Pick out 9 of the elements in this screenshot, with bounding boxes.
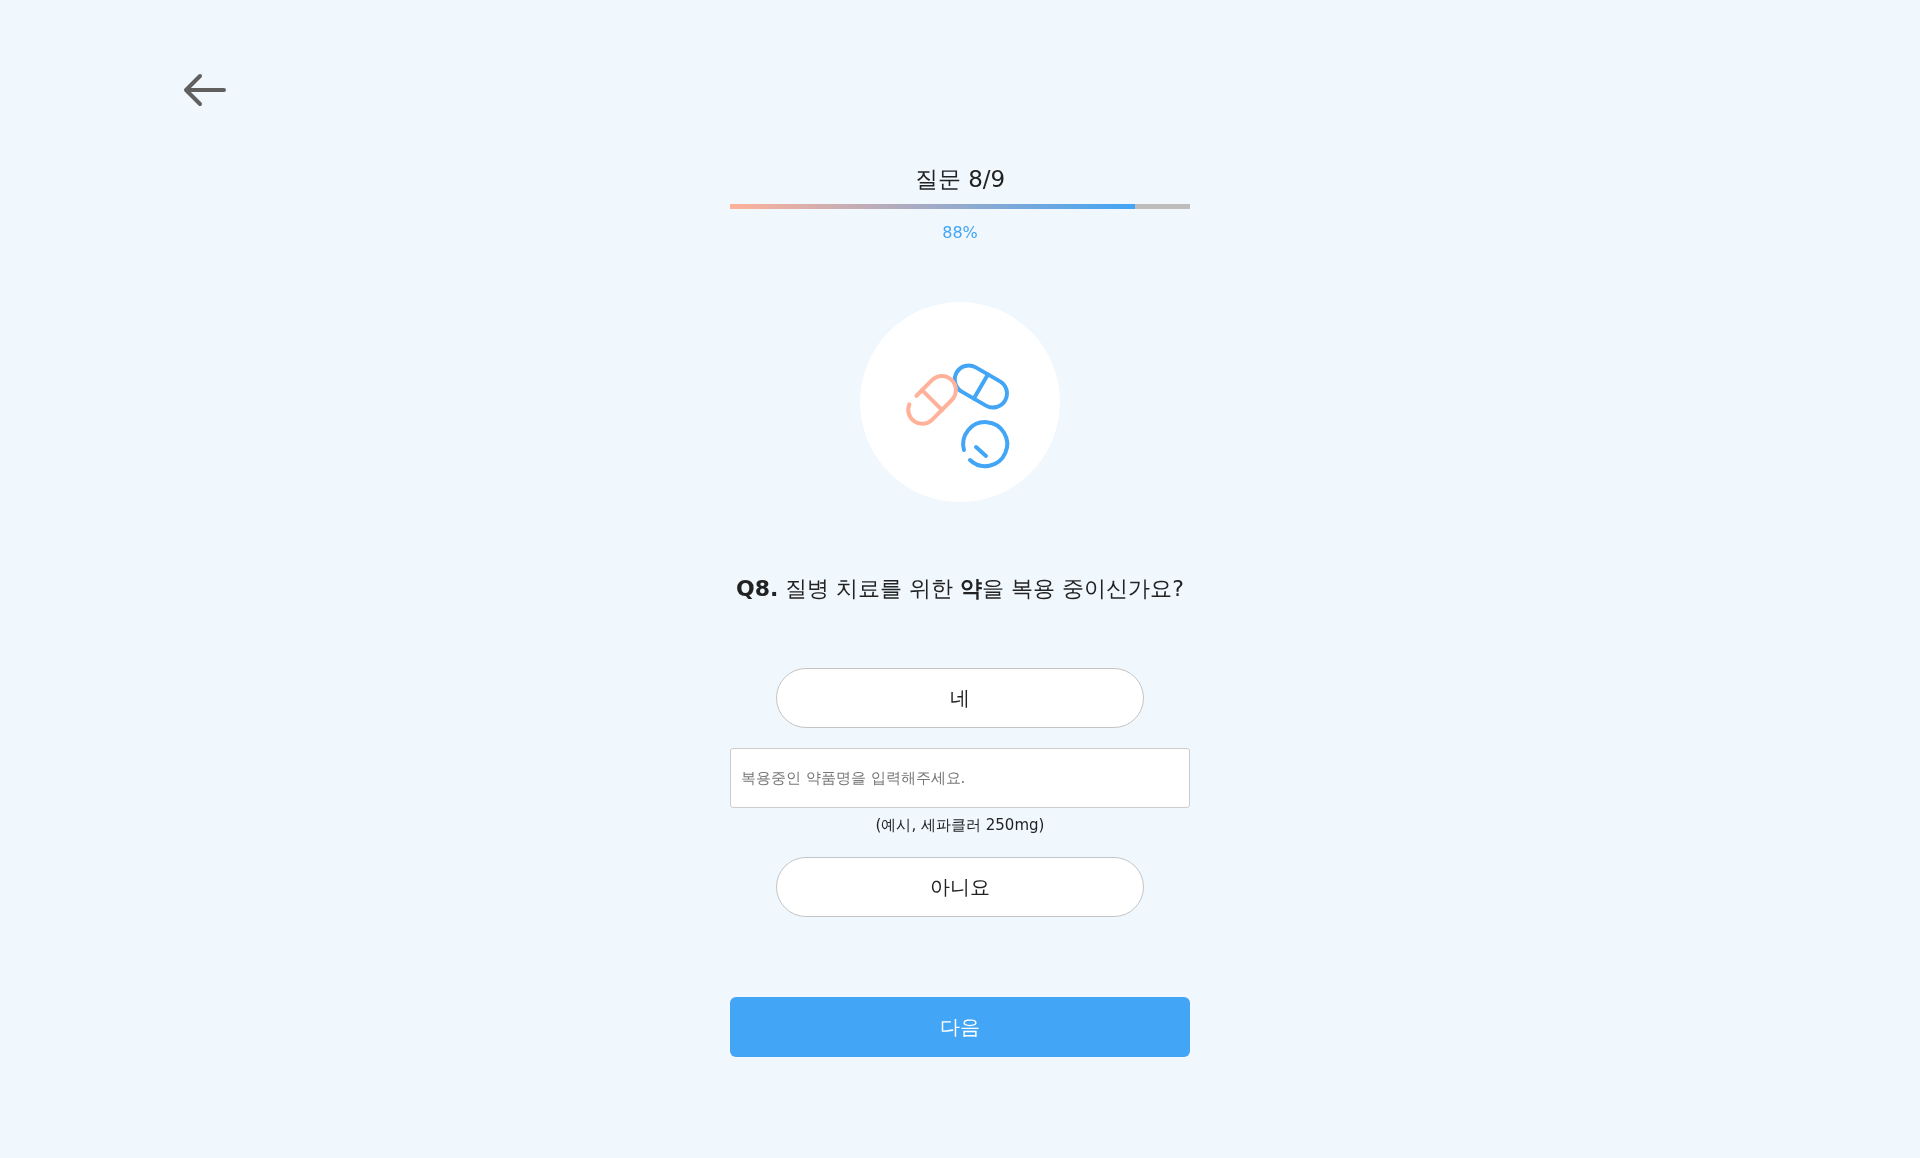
answer-button[interactable]: 아니요 — [776, 857, 1144, 917]
question-counter: 질문 8/9 — [914, 165, 1006, 194]
pills-icon — [860, 302, 1060, 502]
answer-button[interactable]: 네 — [776, 668, 1144, 728]
input-example-text: (예시, 세파클러 250mg) — [875, 816, 1045, 835]
back-arrow-icon — [182, 72, 226, 108]
question-text: Q8. 질병 치료를 위한 약을 복용 중이신가요? — [736, 575, 1184, 603]
progress-percent: 88% — [942, 223, 978, 242]
medicine-input-field[interactable]: 복용중인 약품명을 입력해주세요. — [730, 748, 1190, 808]
